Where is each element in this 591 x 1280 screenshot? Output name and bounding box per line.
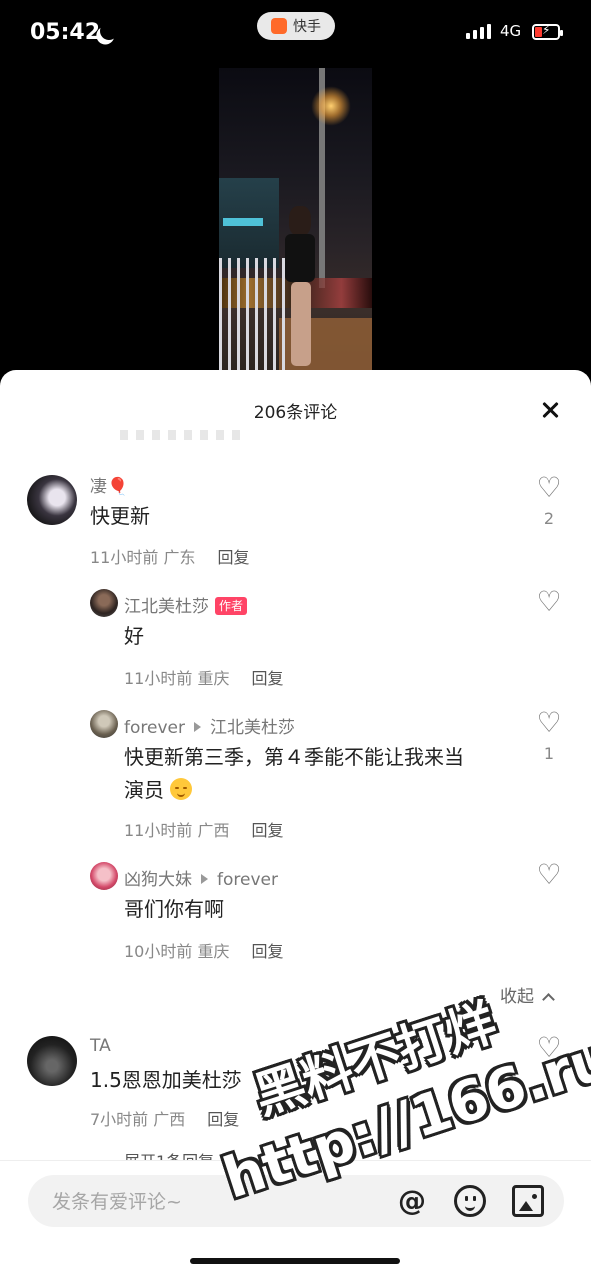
author-name[interactable]: forever xyxy=(124,718,185,738)
comment-text: 快更新第三季，第４季能不能让我来当 演员 xyxy=(124,741,524,807)
reply-to-name[interactable]: 江北美杜莎 xyxy=(210,718,295,738)
comment-input-wrapper: @ xyxy=(28,1175,564,1229)
network-type: 4G xyxy=(500,22,522,40)
reply-button[interactable]: 回复 xyxy=(251,821,283,840)
avatar[interactable] xyxy=(27,475,77,525)
app-pill[interactable]: 快手 xyxy=(257,12,335,40)
collapse-replies-button[interactable]: 收起 xyxy=(500,982,555,1007)
heart-icon[interactable]: ♡ xyxy=(534,709,564,739)
image-icon[interactable] xyxy=(512,1185,544,1217)
status-bar: 05:42 快手 4G ⚡ xyxy=(0,0,591,70)
comment-time-location: 11小时前 重庆 xyxy=(124,669,230,688)
like-count: 2 xyxy=(543,509,555,528)
comment-meta: 7小时前 广西 回复 xyxy=(90,1106,239,1130)
avatar[interactable] xyxy=(90,862,118,890)
comment-meta: 10小时前 重庆 回复 xyxy=(124,938,283,962)
reply-button[interactable]: 回复 xyxy=(207,1110,239,1129)
comment-time-location: 7小时前 广西 xyxy=(90,1110,186,1129)
app-name: 快手 xyxy=(293,19,321,35)
reply-button[interactable]: 回复 xyxy=(251,669,283,688)
collapse-label: 收起 xyxy=(500,987,534,1007)
author-name[interactable]: 江北美杜莎 xyxy=(124,597,209,617)
at-icon[interactable]: @ xyxy=(396,1185,428,1217)
chevron-up-icon xyxy=(542,993,555,1006)
avatar[interactable] xyxy=(90,589,118,617)
video-preview[interactable] xyxy=(219,68,372,372)
heart-icon[interactable]: ♡ xyxy=(534,1034,564,1064)
avatar[interactable] xyxy=(90,710,118,738)
close-icon[interactable] xyxy=(536,396,564,424)
comment-count-title: 206条评论 xyxy=(253,403,338,423)
reply-button[interactable]: 回复 xyxy=(251,942,283,961)
status-time: 05:42 xyxy=(30,20,101,45)
comment-meta: 11小时前 重庆 回复 xyxy=(124,665,283,689)
comment-text: 1.5恩恩加美杜莎 xyxy=(90,1068,242,1092)
comment-author[interactable]: 江北美杜莎 作者 xyxy=(124,592,248,617)
comment-text: 哥们你有啊 xyxy=(124,897,224,921)
comment-input-bar: @ xyxy=(0,1160,591,1231)
comment-author[interactable]: forever 江北美杜莎 xyxy=(124,713,295,738)
signal-icon xyxy=(466,24,491,39)
comment-text: 快更新 xyxy=(90,504,150,528)
home-indicator[interactable] xyxy=(190,1258,400,1264)
author-name[interactable]: 凶狗大妹 xyxy=(124,870,192,890)
heart-icon[interactable]: ♡ xyxy=(534,474,564,504)
reply-button[interactable]: 回复 xyxy=(217,548,249,567)
battery-icon: ⚡ xyxy=(532,23,563,40)
comment-time-location: 11小时前 广东 xyxy=(90,548,196,567)
comment-time-location: 10小时前 重庆 xyxy=(124,942,230,961)
smile-emoji-icon xyxy=(170,778,193,800)
comment-sheet: 206条评论 凄🎈 快更新 11小时前 广东 回复 ♡ 2 江北美杜莎 作者 好 1… xyxy=(0,370,591,1280)
comment-time-location: 11小时前 广西 xyxy=(124,821,230,840)
reply-arrow-icon xyxy=(201,874,208,884)
expand-replies-button[interactable]: 展开1条回复 xyxy=(124,1148,214,1160)
emoji-icon[interactable] xyxy=(454,1185,486,1217)
kuaishou-logo-icon xyxy=(271,18,287,34)
comment-text-line2: 演员 xyxy=(124,778,164,802)
comment-text: 好 xyxy=(124,624,144,648)
reply-to-name[interactable]: forever xyxy=(217,870,278,890)
like-count: 1 xyxy=(543,744,555,763)
comment-author[interactable]: TA xyxy=(90,1036,111,1056)
scrolled-comment-remnant xyxy=(120,430,240,440)
comment-text-line1: 快更新第三季，第４季能不能让我来当 xyxy=(124,745,464,769)
comment-author[interactable]: 凶狗大妹 forever xyxy=(124,865,278,890)
comment-input[interactable] xyxy=(50,1175,384,1229)
comment-author[interactable]: 凄🎈 xyxy=(90,472,128,497)
comment-meta: 11小时前 广西 回复 xyxy=(124,817,283,841)
author-tag: 作者 xyxy=(215,597,248,615)
avatar[interactable] xyxy=(27,1036,77,1086)
moon-icon xyxy=(97,19,120,42)
heart-icon[interactable]: ♡ xyxy=(534,588,564,618)
reply-arrow-icon xyxy=(193,722,201,732)
heart-icon[interactable]: ♡ xyxy=(534,861,564,891)
comment-meta: 11小时前 广东 回复 xyxy=(90,544,249,568)
